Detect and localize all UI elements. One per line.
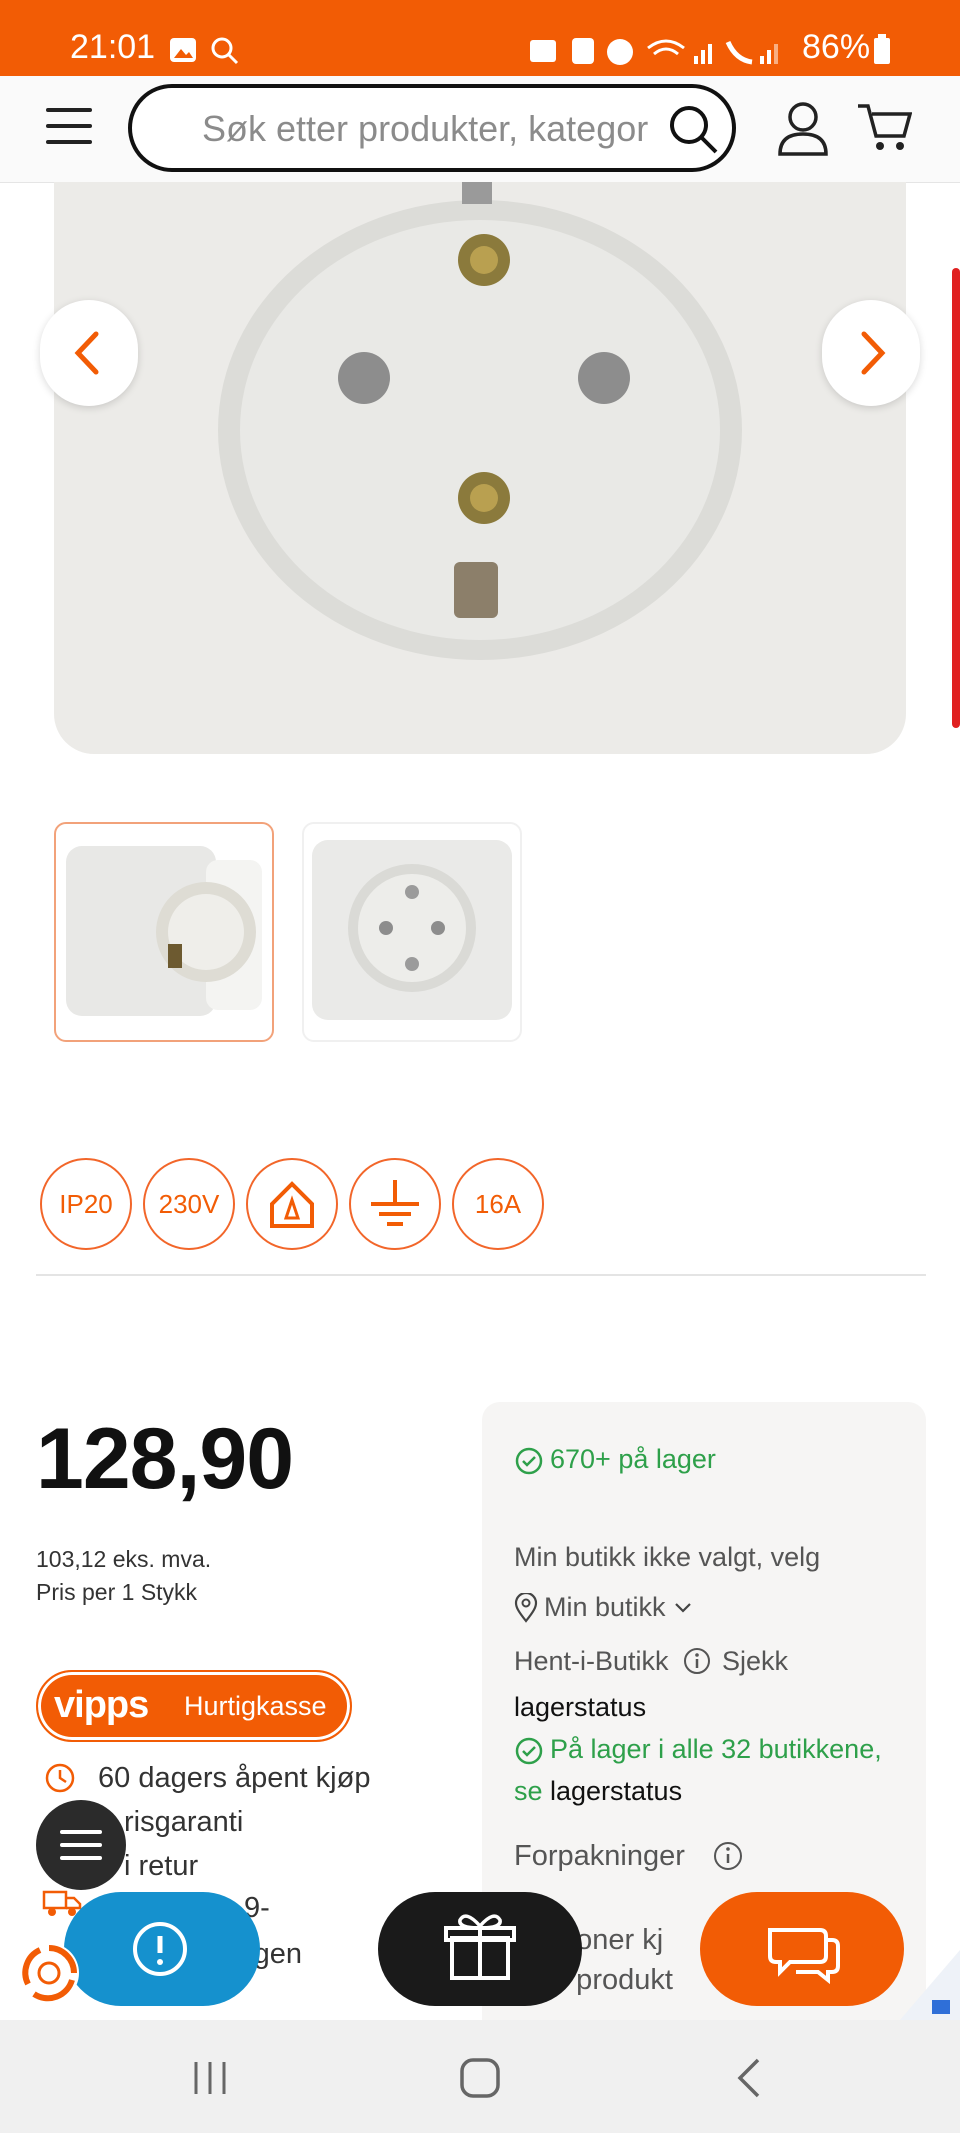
check-circle-icon-2 bbox=[515, 1737, 543, 1765]
pickup-label: Hent-i-Butikk bbox=[514, 1646, 669, 1676]
benefit-price-guarantee: risgaranti bbox=[124, 1806, 244, 1838]
corner-flag-icon[interactable] bbox=[900, 1950, 960, 2020]
system-navigation-bar bbox=[0, 2020, 960, 2133]
thumbnail-socket-front bbox=[312, 840, 512, 1020]
feedback-button[interactable] bbox=[64, 1892, 260, 2006]
house-installation-icon bbox=[270, 1181, 314, 1228]
badge-230v: 230V bbox=[143, 1158, 235, 1250]
in-stock-count: 670+ på lager bbox=[550, 1444, 716, 1474]
recycle-badge-icon[interactable] bbox=[14, 1938, 84, 2008]
vipps-logo: vipps bbox=[54, 1684, 149, 1726]
thumbnail-socket-angled bbox=[66, 846, 262, 1016]
menu-icon bbox=[60, 1830, 102, 1860]
battery-icon bbox=[874, 34, 890, 64]
status-bar: 21:01 86% bbox=[0, 0, 960, 76]
search-icon[interactable] bbox=[668, 104, 720, 156]
account-icon[interactable] bbox=[776, 100, 830, 156]
se-text: se bbox=[514, 1776, 543, 1806]
my-store-selector[interactable]: Min butikk bbox=[514, 1592, 694, 1623]
product-main-image[interactable] bbox=[54, 182, 906, 754]
battery-percent: 86% bbox=[802, 28, 871, 66]
thumbnail-2[interactable] bbox=[302, 822, 522, 1042]
all-stores-stock: På lager i alle 32 butikkene, bbox=[550, 1734, 882, 1764]
chevron-right-icon bbox=[861, 331, 886, 375]
gift-icon bbox=[444, 1914, 516, 1980]
floating-menu-button[interactable] bbox=[36, 1800, 126, 1890]
vipps-express-checkout-button[interactable]: vipps Hurtigkasse bbox=[36, 1670, 352, 1742]
badge-house-icon bbox=[246, 1158, 338, 1250]
alert-icon bbox=[133, 1922, 187, 1976]
search-field[interactable]: Søk etter produkter, kategor bbox=[128, 84, 736, 172]
previous-image-button[interactable] bbox=[40, 300, 138, 406]
search-status-icon bbox=[211, 37, 239, 65]
home-icon[interactable] bbox=[458, 2056, 502, 2100]
price-amount: 128,90 bbox=[36, 1411, 294, 1507]
check-circle-icon bbox=[515, 1447, 543, 1475]
check-link[interactable]: Sjekk bbox=[722, 1646, 788, 1677]
status-time: 21:01 bbox=[70, 28, 156, 66]
chat-button[interactable] bbox=[700, 1892, 904, 2006]
thumbnail-1[interactable] bbox=[54, 822, 274, 1042]
recent-apps-icon[interactable] bbox=[190, 2058, 230, 2098]
location-pin-icon bbox=[514, 1592, 538, 1623]
badge-ground-icon bbox=[349, 1158, 441, 1250]
clock-icon bbox=[45, 1763, 75, 1793]
lagerstatus-link-2[interactable]: lagerstatus bbox=[550, 1776, 682, 1807]
chevron-left-icon bbox=[74, 331, 99, 375]
price-ex-vat: 103,12 eks. mva. bbox=[36, 1546, 212, 1572]
lagerstatus-link[interactable]: lagerstatus bbox=[514, 1692, 646, 1723]
gallery-icon bbox=[170, 38, 196, 62]
info-icon[interactable] bbox=[682, 1646, 712, 1676]
badge-16a: 16A bbox=[452, 1158, 544, 1250]
cart-icon[interactable] bbox=[856, 100, 912, 154]
price-unit: Pris per 1 Stykk bbox=[36, 1579, 198, 1605]
chat-icon bbox=[768, 1928, 840, 1985]
section-divider bbox=[36, 1274, 926, 1276]
vipps-label: Hurtigkasse bbox=[184, 1691, 327, 1721]
hamburger-menu-icon[interactable] bbox=[44, 104, 94, 148]
socket-image bbox=[54, 182, 906, 754]
benefit-return: i retur bbox=[124, 1850, 199, 1882]
back-icon[interactable] bbox=[730, 2056, 770, 2100]
next-image-button[interactable] bbox=[822, 300, 920, 406]
store-not-selected: Min butikk ikke valgt, velg bbox=[514, 1542, 821, 1572]
search-input[interactable]: Søk etter produkter, kategor bbox=[202, 108, 662, 150]
badge-ip20: IP20 bbox=[40, 1158, 132, 1250]
gift-button[interactable] bbox=[378, 1892, 582, 2006]
chevron-down-icon bbox=[674, 1602, 691, 1613]
my-store-label: Min butikk bbox=[544, 1592, 666, 1622]
benefit-open-purchase: 60 dagers åpent kjøp bbox=[98, 1762, 371, 1794]
side-indicator bbox=[952, 268, 960, 728]
packaging-label: Forpakninger bbox=[514, 1840, 685, 1872]
earth-ground-icon bbox=[371, 1180, 419, 1226]
info-icon-2[interactable] bbox=[712, 1840, 744, 1872]
